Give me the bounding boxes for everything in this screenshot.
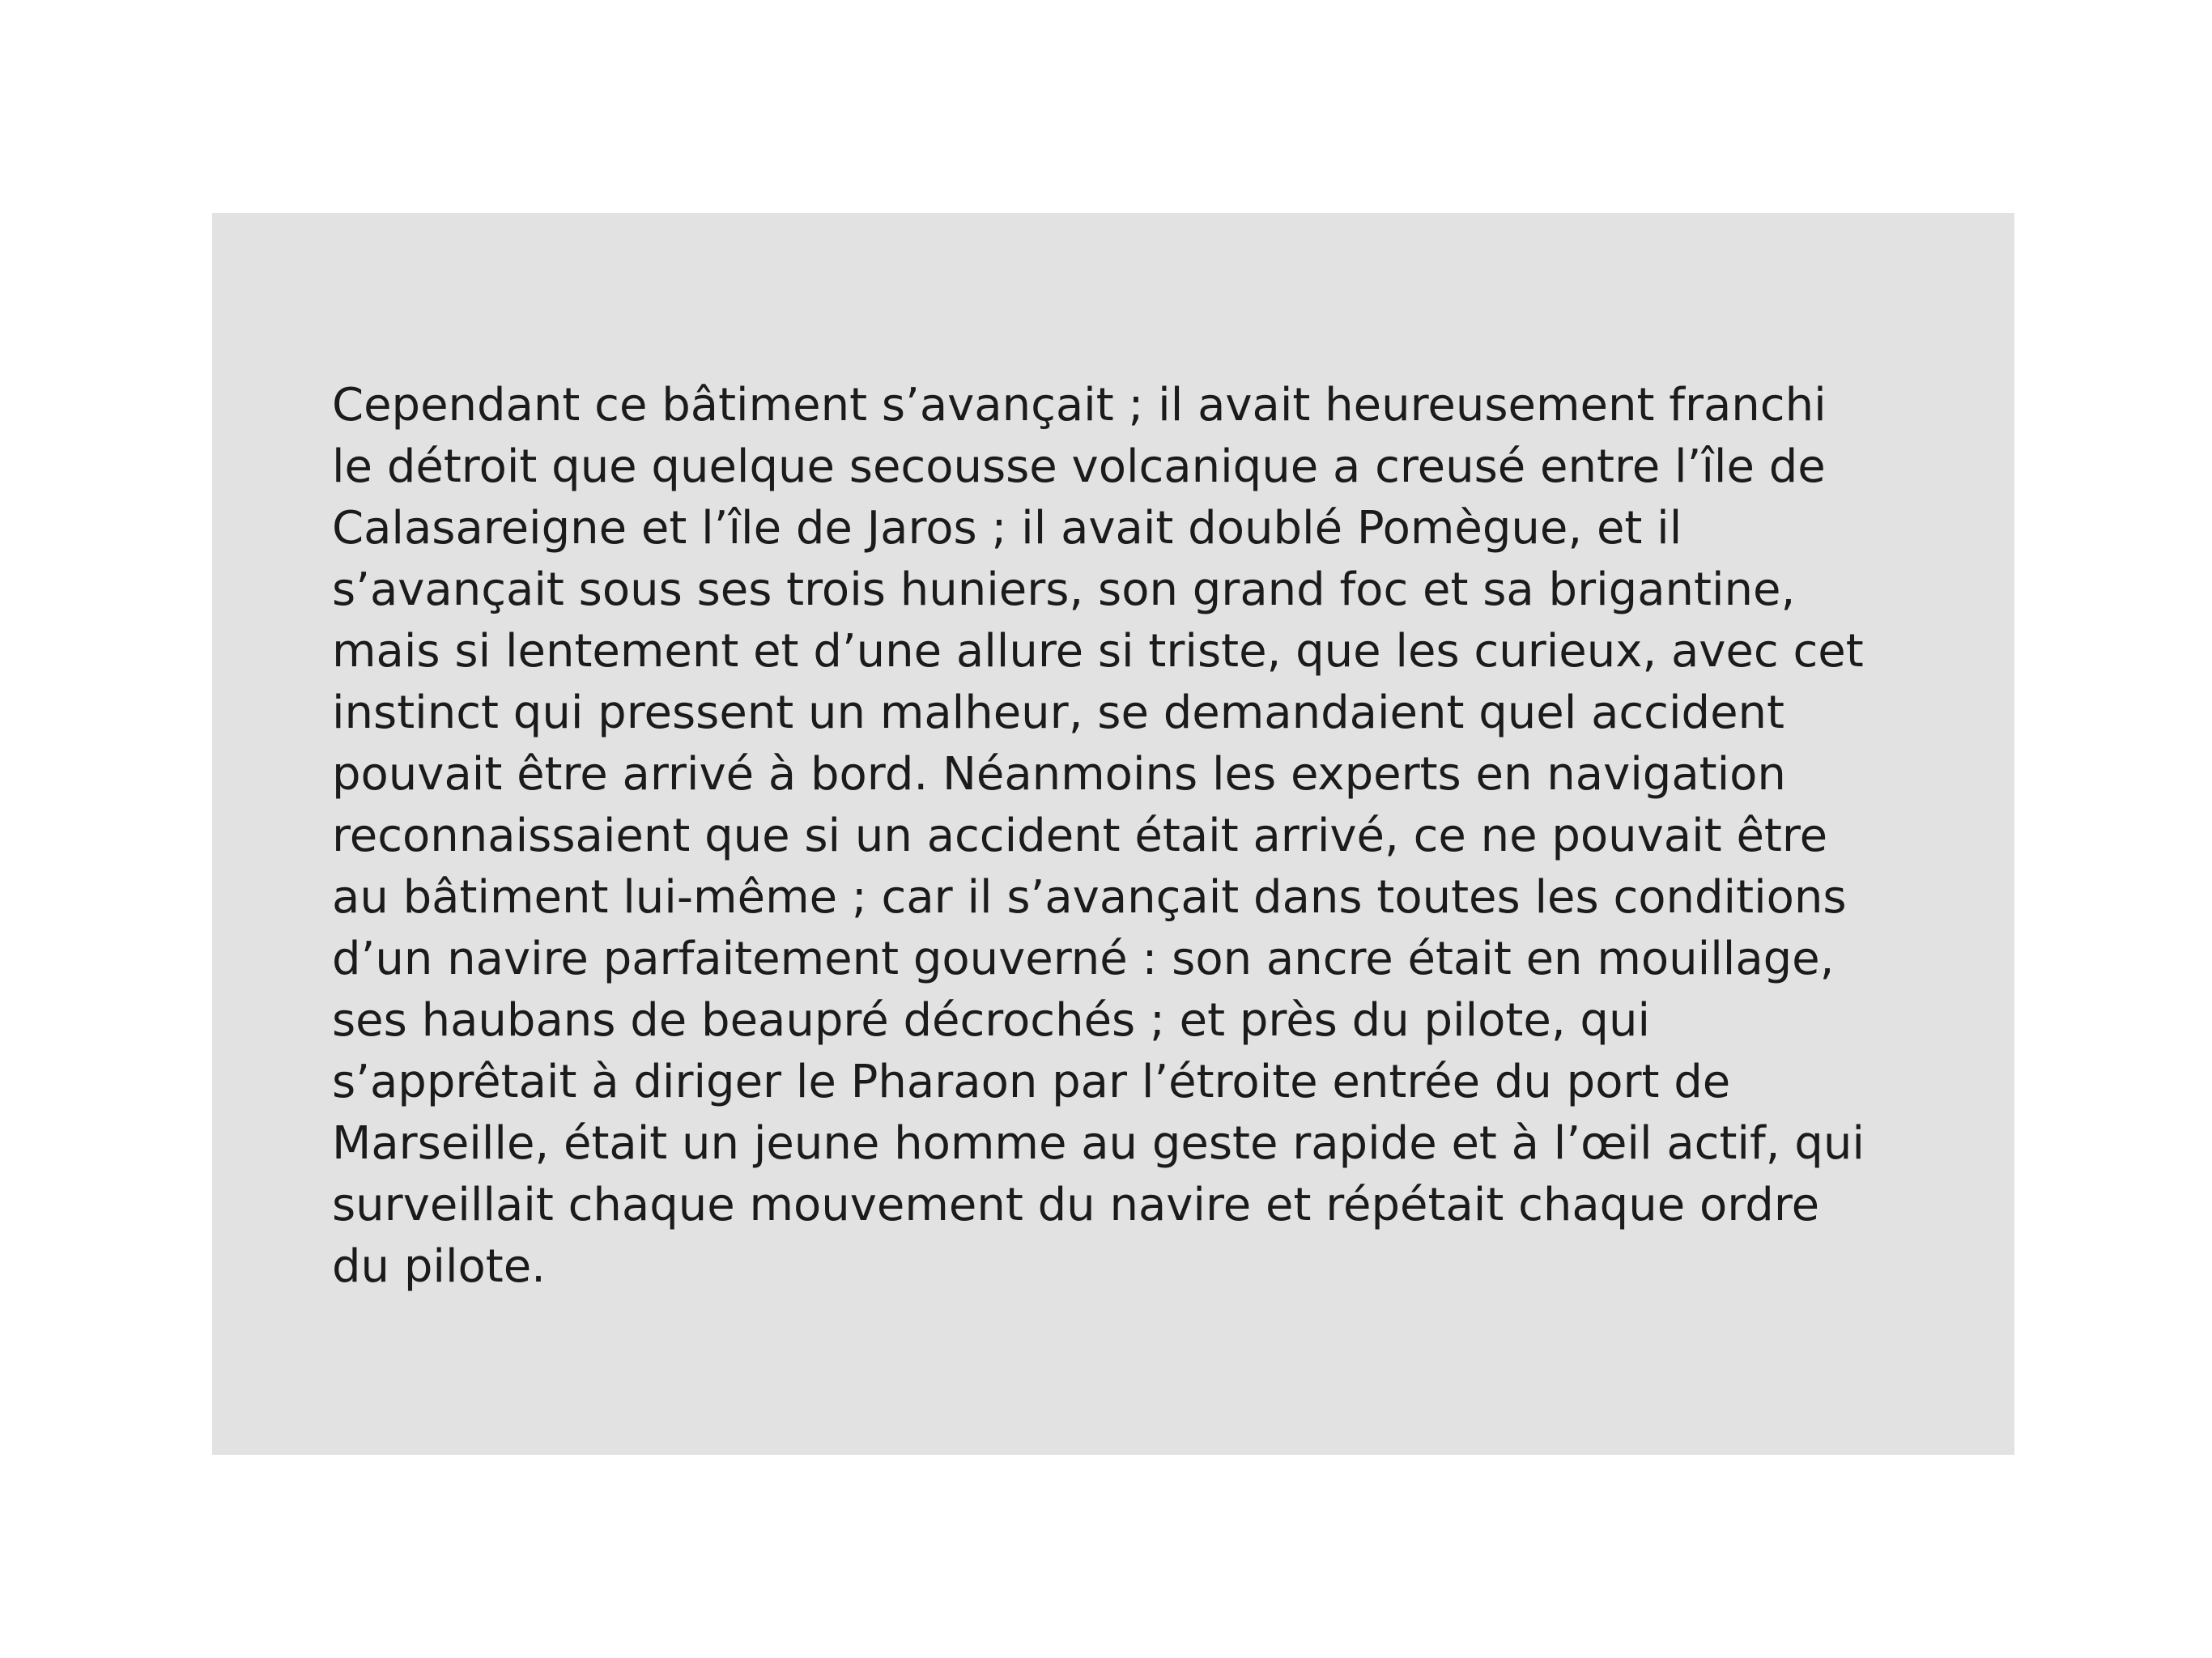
passage-line: Cependant ce bâtiment s’avançait ; il av… [332, 379, 1827, 432]
passage-line: le détroit que quelque secousse volcaniq… [332, 440, 1826, 493]
passage-line: Calasareigne et l’île de Jaros ; il avai… [332, 502, 1682, 555]
text-panel: Cependant ce bâtiment s’avançait ; il av… [212, 213, 2014, 1455]
passage-line: reconnaissaient que si un accident était… [332, 810, 1828, 862]
passage-line: d’un navire parfaitement gouverné : son … [332, 933, 1835, 985]
passage-line: au bâtiment lui-même ; car il s’avançait… [332, 871, 1847, 924]
passage-text: Cependant ce bâtiment s’avançait ; il av… [332, 375, 1903, 1298]
passage-line: du pilote. [332, 1240, 546, 1293]
passage-line: ses haubans de beaupré décrochés ; et pr… [332, 994, 1651, 1047]
passage-line: mais si lentement et d’une allure si tri… [332, 625, 1864, 678]
passage-line: Marseille, était un jeune homme au geste… [332, 1117, 1865, 1170]
passage-line: instinct qui pressent un malheur, se dem… [332, 687, 1784, 739]
passage-line: s’apprêtait à diriger le Pharaon par l’é… [332, 1056, 1731, 1108]
passage-line: pouvait être arrivé à bord. Néanmoins le… [332, 748, 1786, 801]
passage-line: surveillait chaque mouvement du navire e… [332, 1179, 1820, 1231]
passage-line: s’avançait sous ses trois huniers, son g… [332, 563, 1796, 616]
